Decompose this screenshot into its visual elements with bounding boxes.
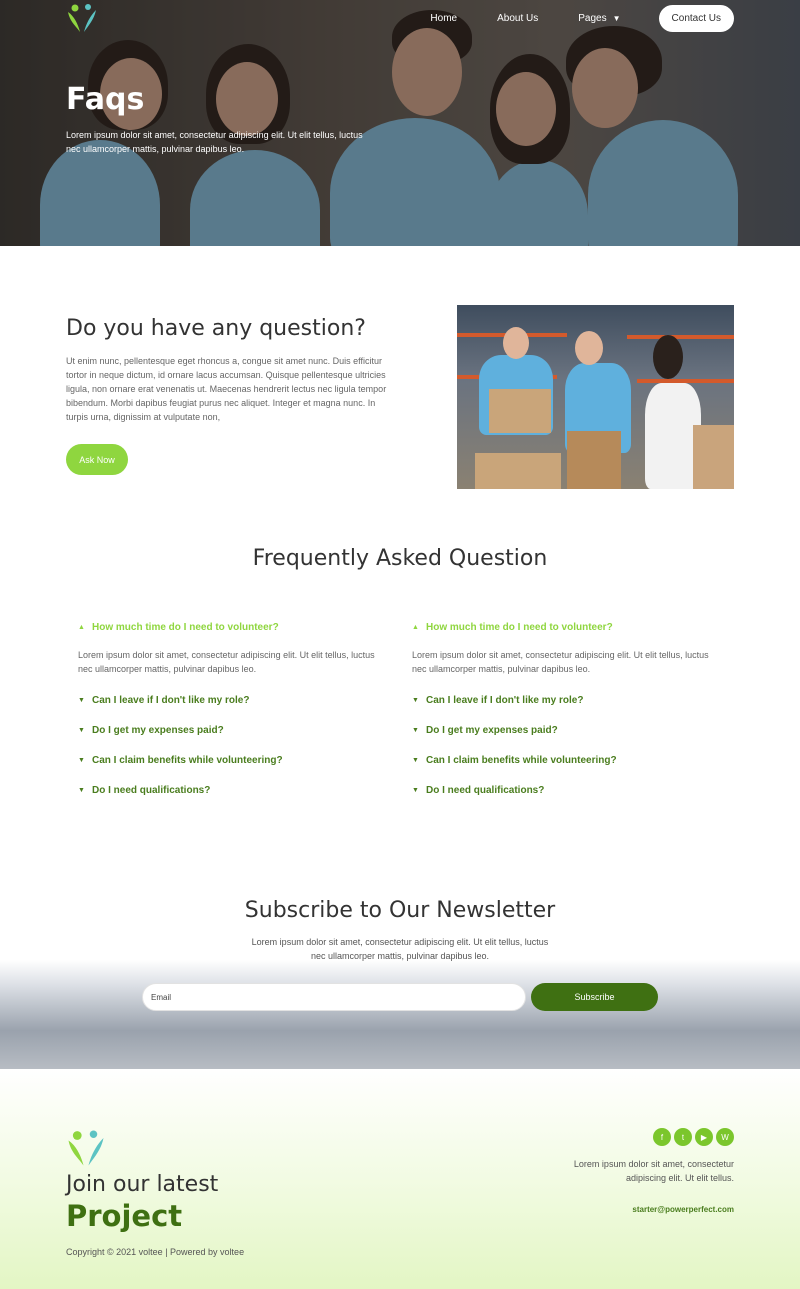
contact-button[interactable]: Contact Us: [658, 5, 734, 32]
faq-question-open[interactable]: ▲ How much time do I need to volunteer?: [78, 620, 388, 634]
social-links: f t ▶ W: [650, 1128, 734, 1146]
faq-question-label: How much time do I need to volunteer?: [426, 621, 613, 633]
caret-down-icon: ▼: [412, 786, 419, 794]
faq-question[interactable]: ▼ Do I get my expenses paid?: [412, 723, 722, 737]
wordpress-icon[interactable]: W: [716, 1128, 734, 1146]
faq-column-left: ▲ How much time do I need to volunteer? …: [78, 620, 388, 813]
faq-question[interactable]: ▼ Do I need qualifications?: [78, 783, 388, 797]
faq-question-label: Do I get my expenses paid?: [426, 724, 558, 736]
faq-question-label: Do I need qualifications?: [426, 784, 545, 796]
caret-down-icon: ▼: [78, 756, 85, 764]
warehouse-volunteers-image: [457, 305, 734, 489]
faq-question[interactable]: ▼ Can I claim benefits while volunteerin…: [412, 753, 722, 767]
caret-down-icon: ▼: [78, 786, 85, 794]
caret-up-icon: ▲: [412, 623, 419, 631]
nav-pages-label: Pages: [578, 13, 607, 24]
nav-pages[interactable]: Pages ▼: [578, 13, 620, 24]
facebook-icon[interactable]: f: [653, 1128, 671, 1146]
faq-question-label: Can I leave if I don't like my role?: [426, 694, 584, 706]
faq-answer: Lorem ipsum dolor sit amet, consectetur …: [412, 650, 709, 674]
caret-down-icon: ▼: [412, 726, 419, 734]
faq-column-right: ▲ How much time do I need to volunteer? …: [412, 620, 722, 813]
faq-question[interactable]: ▼ Can I leave if I don't like my role?: [412, 693, 722, 707]
hero-text: Lorem ipsum dolor sit amet, consectetur …: [66, 130, 363, 154]
faq-question-label: Do I need qualifications?: [92, 784, 211, 796]
faq-question-label: Can I leave if I don't like my role?: [92, 694, 250, 706]
hero-banner: Home About Us Pages ▼ Contact Us Faqs Lor…: [0, 0, 800, 246]
footer-logo-icon[interactable]: [66, 1128, 106, 1168]
faq-heading: Frequently Asked Question: [252, 546, 548, 571]
youtube-icon[interactable]: ▶: [695, 1128, 713, 1146]
chevron-down-icon: ▼: [612, 14, 621, 23]
faq-question[interactable]: ▼ Can I leave if I don't like my role?: [78, 693, 388, 707]
newsletter-text: Lorem ipsum dolor sit amet, consectetur …: [251, 937, 549, 961]
caret-down-icon: ▼: [78, 726, 85, 734]
faq-question-open[interactable]: ▲ How much time do I need to volunteer?: [412, 620, 722, 634]
newsletter-heading: Subscribe to Our Newsletter: [244, 898, 556, 923]
email-input[interactable]: Email: [142, 983, 526, 1011]
subscribe-button[interactable]: Subscribe: [531, 983, 658, 1011]
faq-question[interactable]: ▼ Can I claim benefits while volunteerin…: [78, 753, 388, 767]
newsletter-background: [0, 960, 800, 1069]
faq-answer: Lorem ipsum dolor sit amet, consectetur …: [78, 650, 375, 674]
caret-down-icon: ▼: [78, 696, 85, 704]
footer-project-text: Project: [66, 1199, 183, 1233]
faq-question[interactable]: ▼ Do I need qualifications?: [412, 783, 722, 797]
twitter-icon[interactable]: t: [674, 1128, 692, 1146]
question-text: Ut enim nunc, pellentesque eget rhoncus …: [66, 356, 387, 422]
nav-home[interactable]: Home: [430, 13, 457, 24]
page-title: Faqs: [66, 82, 145, 117]
caret-up-icon: ▲: [78, 623, 85, 631]
footer-join-text: Join our latest: [66, 1172, 219, 1197]
faq-question-label: Can I claim benefits while volunteering?: [426, 754, 617, 766]
faq-question-label: Can I claim benefits while volunteering?: [92, 754, 283, 766]
question-heading: Do you have any question?: [66, 316, 366, 341]
copyright: Copyright © 2021 voltee | Powered by vol…: [66, 1247, 245, 1257]
faq-question-label: Do I get my expenses paid?: [92, 724, 224, 736]
caret-down-icon: ▼: [412, 756, 419, 764]
footer-description: Lorem ipsum dolor sit amet, consectetur …: [573, 1159, 734, 1183]
footer-email-link[interactable]: starter@powerperfect.com: [632, 1205, 734, 1214]
faq-question-label: How much time do I need to volunteer?: [92, 621, 279, 633]
ask-now-button[interactable]: Ask Now: [66, 444, 128, 475]
logo-icon[interactable]: [66, 2, 98, 34]
main-nav: Home About Us Pages ▼ Contact Us: [390, 5, 734, 32]
faq-question[interactable]: ▼ Do I get my expenses paid?: [78, 723, 388, 737]
caret-down-icon: ▼: [412, 696, 419, 704]
nav-about[interactable]: About Us: [497, 13, 538, 24]
